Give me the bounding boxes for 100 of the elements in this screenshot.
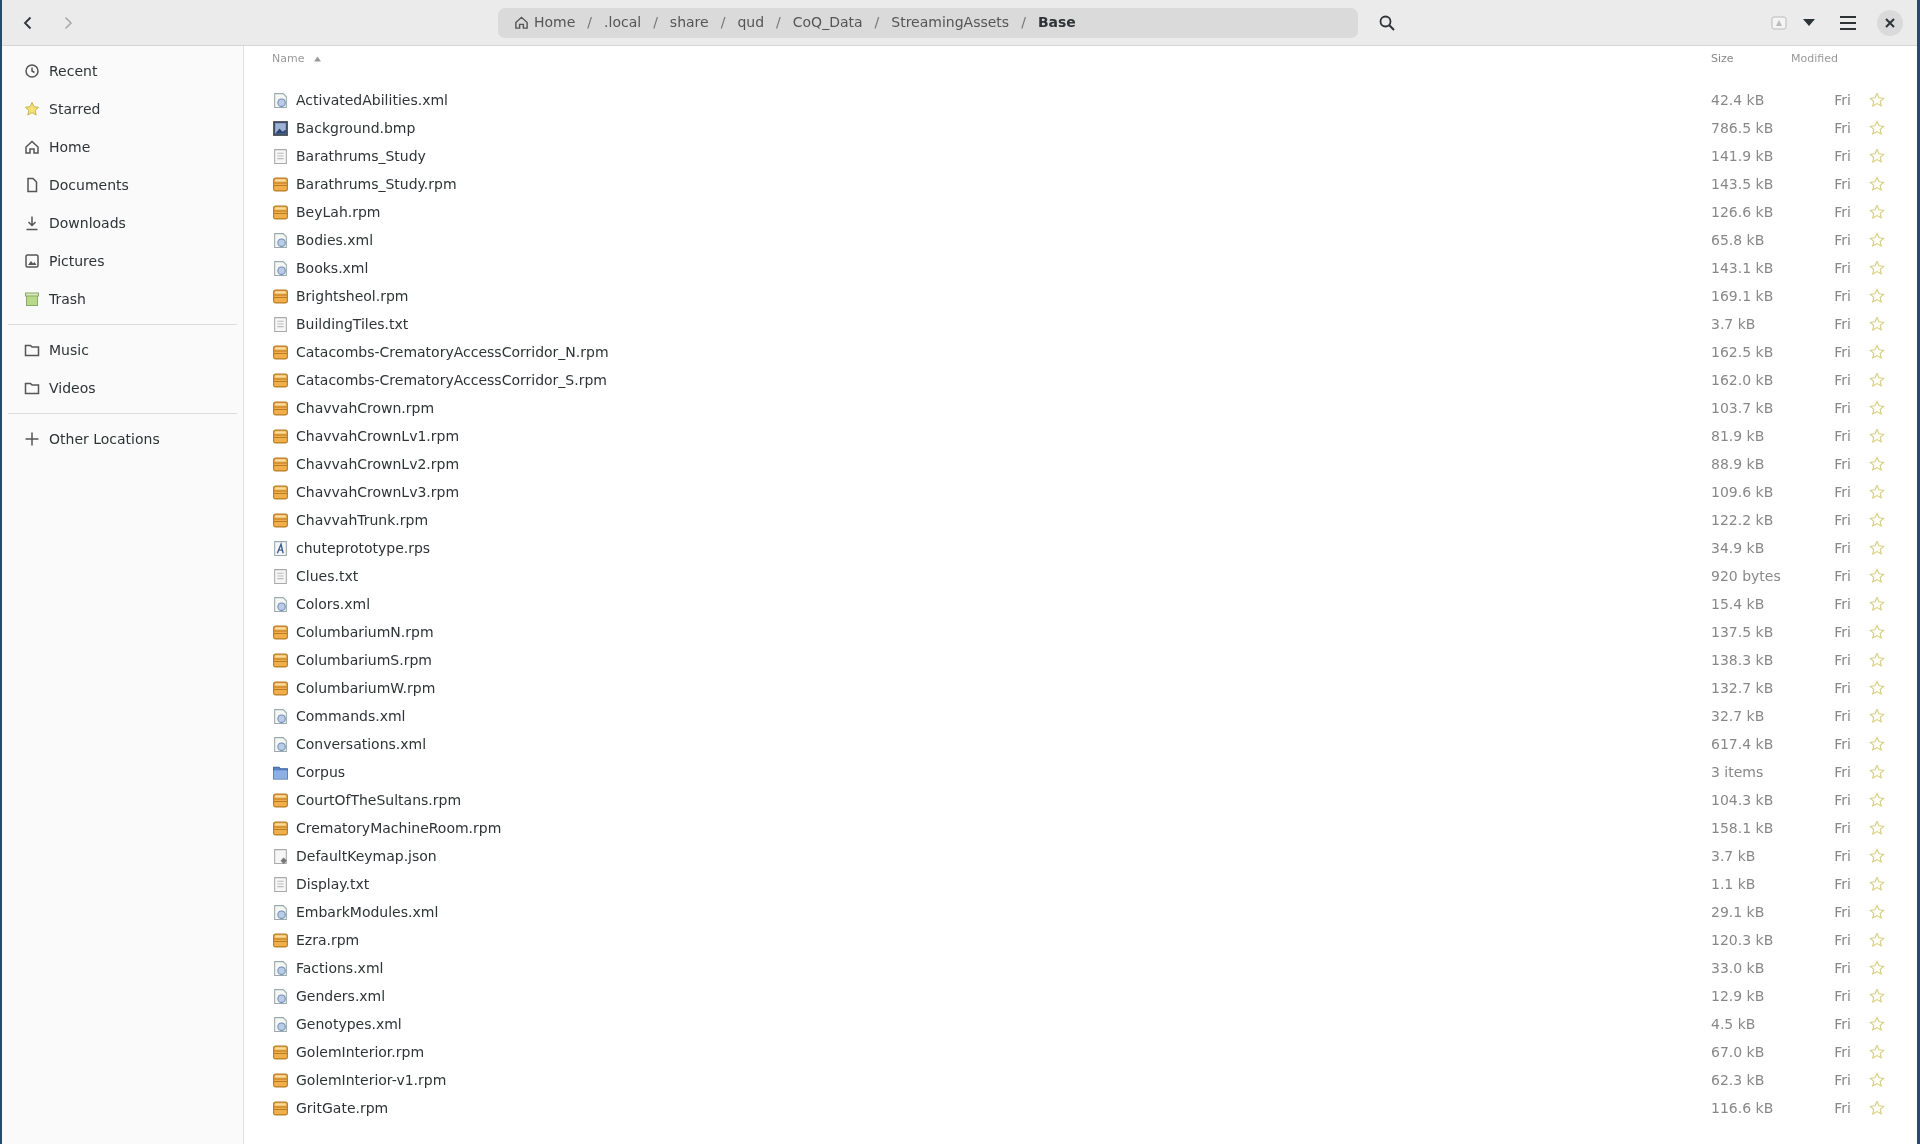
file-name[interactable]: Barathrums_Study.rpm (296, 173, 457, 195)
star-toggle[interactable] (1869, 316, 1885, 332)
file-name[interactable]: ChavvahCrownLv1.rpm (296, 425, 460, 447)
file-name[interactable]: ColumbariumN.rpm (296, 621, 434, 643)
star-toggle[interactable] (1869, 288, 1885, 304)
star-toggle[interactable] (1869, 344, 1885, 360)
sidebar-item[interactable]: Documents (8, 166, 237, 204)
star-toggle[interactable] (1869, 652, 1885, 668)
file-name[interactable]: ChavvahCrownLv2.rpm (296, 453, 460, 475)
file-size: 786.5 kB (1711, 119, 1774, 136)
star-toggle[interactable] (1869, 204, 1885, 220)
package-icon (272, 819, 289, 837)
star-toggle[interactable] (1869, 848, 1885, 864)
star-toggle[interactable] (1869, 1044, 1885, 1060)
star-toggle[interactable] (1869, 680, 1885, 696)
file-name[interactable]: chuteprototype.rps (296, 537, 431, 559)
star-toggle[interactable] (1869, 1016, 1885, 1032)
star-toggle[interactable] (1869, 400, 1885, 416)
star-toggle[interactable] (1869, 372, 1885, 388)
file-name[interactable]: DefaultKeymap.json (296, 845, 437, 867)
star-toggle[interactable] (1869, 904, 1885, 920)
star-toggle[interactable] (1869, 232, 1885, 248)
star-toggle[interactable] (1869, 568, 1885, 584)
file-name[interactable]: Conversations.xml (296, 733, 427, 755)
sidebar-item[interactable]: Starred (8, 90, 237, 128)
sidebar-item[interactable]: Home (8, 128, 237, 166)
star-toggle[interactable] (1869, 876, 1885, 892)
path-separator: / (652, 13, 659, 32)
file-name[interactable]: Clues.txt (296, 565, 359, 587)
file-name[interactable]: Corpus (296, 761, 346, 783)
star-toggle[interactable] (1869, 820, 1885, 836)
star-toggle[interactable] (1869, 596, 1885, 612)
file-name[interactable]: Barathrums_Study (296, 145, 426, 167)
file-name[interactable]: Background.bmp (296, 117, 416, 139)
file-name[interactable]: Genders.xml (296, 985, 386, 1007)
file-name[interactable]: BeyLah.rpm (296, 201, 381, 223)
file-name[interactable]: Display.txt (296, 873, 370, 895)
path-segment[interactable]: Home (506, 10, 584, 35)
star-toggle[interactable] (1869, 484, 1885, 500)
file-name[interactable]: Colors.xml (296, 593, 371, 615)
path-segment[interactable]: StreamingAssets (883, 10, 1018, 35)
sidebar-item[interactable]: Videos (8, 369, 237, 407)
star-toggle[interactable] (1869, 148, 1885, 164)
file-name[interactable]: ColumbariumW.rpm (296, 677, 436, 699)
star-toggle[interactable] (1869, 1072, 1885, 1088)
star-toggle[interactable] (1869, 120, 1885, 136)
star-toggle[interactable] (1869, 260, 1885, 276)
path-segment[interactable]: qud (729, 10, 773, 35)
star-toggle[interactable] (1869, 988, 1885, 1004)
file-name[interactable]: CourtOfTheSultans.rpm (296, 789, 462, 811)
star-toggle[interactable] (1869, 428, 1885, 444)
file-name[interactable]: BuildingTiles.txt (296, 313, 409, 335)
file-name[interactable]: Brightsheol.rpm (296, 285, 409, 307)
file-name[interactable]: Catacombs-CrematoryAccessCorridor_S.rpm (296, 369, 607, 391)
file-name[interactable]: EmbarkModules.xml (296, 901, 439, 923)
file-name[interactable]: CrematoryMachineRoom.rpm (296, 817, 502, 839)
star-toggle[interactable] (1869, 1100, 1885, 1116)
file-name[interactable]: Bodies.xml (296, 229, 374, 251)
file-name[interactable]: Catacombs-CrematoryAccessCorridor_N.rpm (296, 341, 609, 363)
star-toggle[interactable] (1869, 456, 1885, 472)
star-toggle[interactable] (1869, 92, 1885, 108)
star-toggle[interactable] (1869, 512, 1885, 528)
star-toggle[interactable] (1869, 540, 1885, 556)
star-toggle[interactable] (1869, 932, 1885, 948)
path-segment[interactable]: share (661, 10, 717, 35)
sidebar-item[interactable]: Music (8, 331, 237, 369)
path-segment[interactable]: Base (1029, 10, 1084, 35)
star-toggle[interactable] (1869, 624, 1885, 640)
file-name[interactable]: ChavvahTrunk.rpm (296, 509, 429, 531)
star-toggle[interactable] (1869, 176, 1885, 192)
path-segment[interactable]: .local (596, 10, 650, 35)
star-toggle[interactable] (1869, 764, 1885, 780)
file-name[interactable]: GritGate.rpm (296, 1097, 389, 1119)
close-button[interactable] (1877, 9, 1903, 36)
file-name[interactable]: ChavvahCrown.rpm (296, 397, 435, 419)
file-size: 32.7 kB (1711, 707, 1765, 724)
star-toggle[interactable] (1869, 792, 1885, 808)
file-modified: Fri (1834, 175, 1851, 192)
file-name[interactable]: Ezra.rpm (296, 929, 360, 951)
star-icon (1869, 148, 1885, 164)
sidebar-item[interactable]: Downloads (8, 204, 237, 242)
sidebar-item[interactable]: Pictures (8, 242, 237, 280)
file-name[interactable]: Genotypes.xml (296, 1013, 402, 1035)
file-name[interactable]: GolemInterior-v1.rpm (296, 1069, 447, 1091)
file-name[interactable]: Factions.xml (296, 957, 384, 979)
path-segment[interactable]: CoQ_Data (784, 10, 871, 35)
star-toggle[interactable] (1869, 960, 1885, 976)
package-icon (272, 427, 289, 445)
file-name[interactable]: ChavvahCrownLv3.rpm (296, 481, 460, 503)
star-toggle[interactable] (1869, 708, 1885, 724)
sidebar-item[interactable]: Recent (8, 52, 237, 90)
sidebar-item[interactable]: Trash (8, 280, 237, 318)
file-name[interactable]: Commands.xml (296, 705, 406, 727)
sidebar-item[interactable]: Other Locations (8, 420, 237, 458)
star-toggle[interactable] (1869, 736, 1885, 752)
file-name[interactable]: ActivatedAbilities.xml (296, 89, 448, 111)
file-name[interactable]: ColumbariumS.rpm (296, 649, 432, 671)
column-header[interactable]: Size (1711, 50, 1734, 68)
file-name[interactable]: Books.xml (296, 257, 369, 279)
file-name[interactable]: GolemInterior.rpm (296, 1041, 425, 1063)
